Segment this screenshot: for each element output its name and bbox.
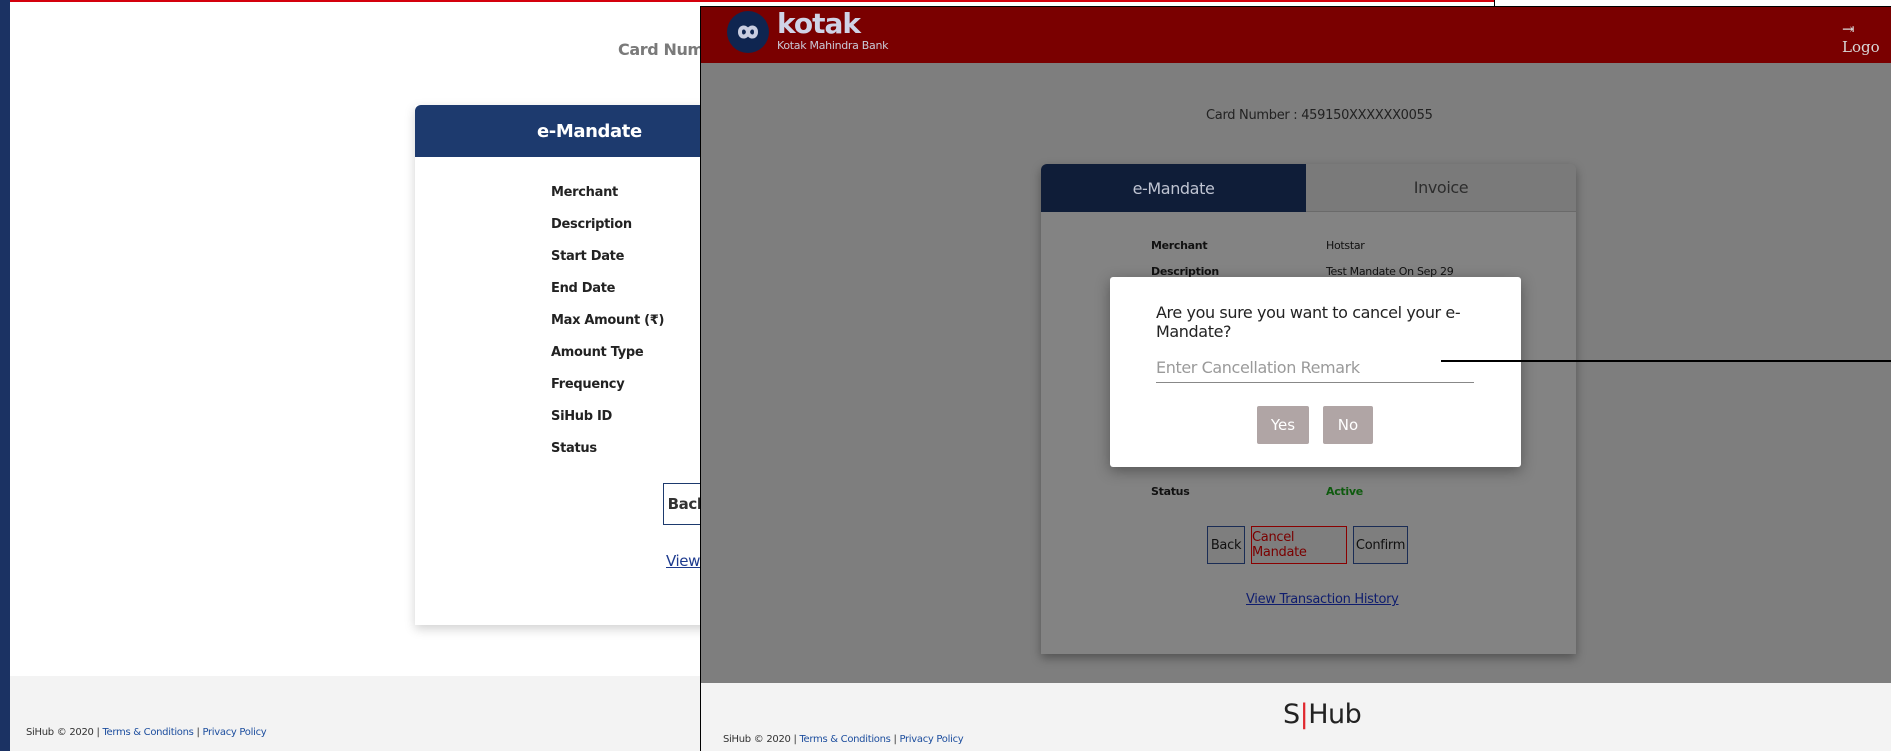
privacy-link[interactable]: Privacy Policy — [899, 734, 963, 745]
footer-separator: | — [793, 734, 797, 745]
emandate-card: e-Mandate Merchant Description Start Dat… — [415, 105, 735, 625]
logout-label: Logo — [1842, 38, 1880, 56]
logout-icon: ⇥ — [1842, 20, 1855, 38]
detail-label: End Date — [551, 281, 616, 296]
confirm-button[interactable]: Confirm — [1353, 526, 1408, 564]
bank-name: Kotak Mahindra Bank — [777, 39, 889, 52]
copyright-icon: © — [56, 727, 67, 738]
sihub-logo-right: Hub — [1308, 699, 1362, 730]
detail-label: Merchant — [551, 185, 618, 200]
cancellation-remark-input[interactable] — [1156, 353, 1474, 383]
footer-text: SiHub © 2020 | Terms & Conditions | Priv… — [26, 727, 267, 738]
detail-label: Frequency — [551, 377, 625, 392]
dialog-question: Are you sure you want to cancel your e-M… — [1156, 303, 1461, 341]
tab-invoice[interactable]: Invoice — [1306, 164, 1576, 212]
footer-year: 2020 — [766, 734, 791, 745]
detail-label: Description — [551, 217, 632, 232]
kotak-header: kotak Kotak Mahindra Bank ⇥ Logo — [701, 7, 1891, 63]
footer-separator: | — [196, 727, 200, 738]
cancel-mandate-button[interactable]: Cancel Mandate — [1251, 526, 1347, 564]
status-label: Status — [1151, 485, 1190, 498]
back-button[interactable]: Back — [1207, 526, 1245, 564]
merchant-label: Merchant — [1151, 239, 1208, 252]
yes-button[interactable]: Yes — [1257, 406, 1309, 444]
copyright-icon: © — [753, 734, 764, 745]
footer-year: 2020 — [69, 727, 94, 738]
view-transaction-history-link[interactable]: View Transaction History — [1246, 592, 1399, 607]
foreground-page: kotak Kotak Mahindra Bank ⇥ Logo Card Nu… — [700, 6, 1891, 751]
tab-emandate[interactable]: e-Mandate — [1041, 164, 1306, 212]
logout-link[interactable]: ⇥ Logo — [1842, 20, 1891, 56]
terms-link[interactable]: Terms & Conditions — [799, 734, 890, 745]
footer-separator: | — [96, 727, 100, 738]
card-title: e-Mandate — [415, 105, 735, 157]
card-number: Card Number : 459150XXXXXX0055 — [1206, 108, 1433, 123]
status-value: Active — [1326, 485, 1363, 498]
kotak-wordmark: kotak — [777, 7, 861, 40]
detail-label: Status — [551, 441, 597, 456]
footer-text: SiHub © 2020 | Terms & Conditions | Priv… — [723, 734, 964, 745]
cancel-confirmation-dialog: Are you sure you want to cancel your e-M… — [1110, 277, 1521, 467]
merchant-value: Hotstar — [1326, 239, 1365, 252]
kotak-infinity-logo-icon — [727, 11, 769, 53]
terms-link[interactable]: Terms & Conditions — [102, 727, 193, 738]
detail-label: SiHub ID — [551, 409, 613, 424]
privacy-link[interactable]: Privacy Policy — [202, 727, 266, 738]
sihub-logo: S|Hub — [1283, 699, 1362, 730]
no-button[interactable]: No — [1323, 406, 1373, 444]
footer-separator: | — [893, 734, 897, 745]
annotation-pointer-line — [1441, 360, 1891, 362]
footer-brand: SiHub — [723, 734, 751, 745]
sihub-logo-pipe: | — [1299, 699, 1309, 730]
detail-label: Amount Type — [551, 345, 644, 360]
detail-label: Max Amount (₹) — [551, 313, 665, 328]
sihub-logo-left: S — [1283, 699, 1300, 730]
detail-label: Start Date — [551, 249, 625, 264]
footer-brand: SiHub — [26, 727, 54, 738]
